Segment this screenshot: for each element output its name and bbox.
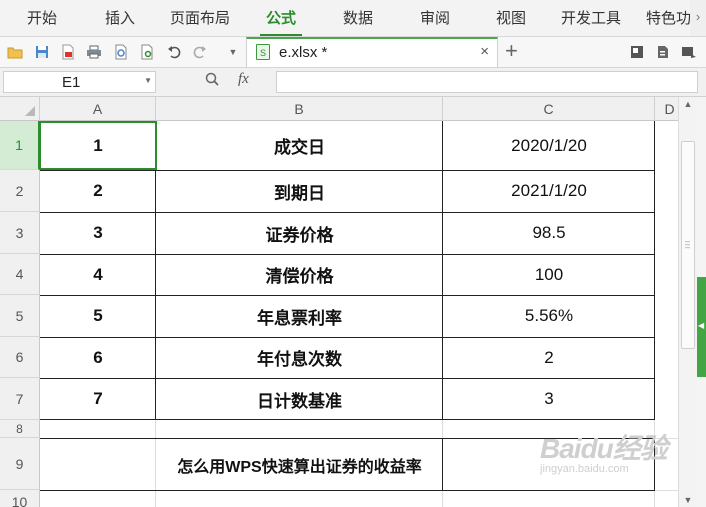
side-panel-strip: ◀ [697,97,706,507]
menu-scroll-right-icon[interactable]: › [690,0,706,36]
row-header-3[interactable]: 3 [0,212,40,254]
cell-c4[interactable]: 100 [443,254,655,295]
side-panel-toggle[interactable]: ◀ [697,277,706,377]
page-preview-icon[interactable] [138,43,156,61]
export-pdf-icon[interactable] [59,43,77,61]
scroll-up-icon[interactable]: ▲ [679,99,697,109]
select-all-corner[interactable] [0,97,40,121]
name-box[interactable]: E1 ▼ [3,71,156,93]
table-border [40,212,655,213]
table-border [40,419,655,420]
cell-b4[interactable]: 清偿价格 [156,254,443,295]
cell-c3[interactable]: 98.5 [443,212,655,254]
table-border [654,121,655,420]
save-icon[interactable] [33,43,51,61]
column-header-a[interactable]: A [40,97,156,121]
scroll-down-icon[interactable]: ▼ [679,495,697,505]
menu-page-layout[interactable]: 页面布局 [170,0,230,36]
vertical-scrollbar[interactable]: ▲ – – – ▼ [678,97,697,507]
row-header-2[interactable]: 2 [0,170,40,212]
chevron-down-icon[interactable]: ▼ [144,76,152,85]
cell-b9[interactable]: 怎么用WPS快速算出证券的收益率 [156,439,443,491]
insert-function-icon[interactable]: fx [238,71,249,88]
cell-b7[interactable]: 日计数基准 [156,378,443,420]
chevron-left-icon: ◀ [698,321,705,330]
quick-access-toolbar: ▼ S e.xlsx * × + [0,37,706,68]
column-header-d[interactable]: D [655,97,678,121]
menu-home[interactable]: 开始 [27,0,57,36]
cell-a6[interactable]: 6 [40,337,156,378]
redo-icon[interactable] [191,43,209,61]
open-folder-icon[interactable] [6,43,24,61]
formula-input[interactable] [276,71,698,93]
undo-icon[interactable] [165,43,183,61]
cell-b1[interactable]: 成交日 [156,121,443,170]
toolbar-dropdown-icon[interactable]: ▼ [224,43,242,61]
menu-data[interactable]: 数据 [343,0,373,36]
cell-a3[interactable]: 3 [40,212,156,254]
row-header-9[interactable]: 9 [0,438,40,490]
print-preview-icon[interactable] [112,43,130,61]
formula-bar: E1 ▼ fx [0,68,706,97]
menu-developer[interactable]: 开发工具 [561,0,621,36]
table-border [40,378,655,379]
row-header-8[interactable]: 8 [0,420,40,438]
row-header-10[interactable]: 10 [0,490,40,507]
active-cell-highlight [39,121,157,170]
row-header-1[interactable]: 1 [0,121,40,170]
table-border [40,254,655,255]
scrollbar-thumb[interactable]: – – – [681,141,695,349]
print-icon[interactable] [85,43,103,61]
menu-view[interactable]: 视图 [496,0,526,36]
table-border [40,295,655,296]
column-header-c[interactable]: C [443,97,655,121]
watermark-main-text: Baidu经验 [540,433,668,464]
table-border [442,121,443,420]
table-border [40,170,655,171]
cell-c7[interactable]: 3 [443,378,655,420]
window-layout-icon[interactable] [628,43,646,61]
cell-a7[interactable]: 7 [40,378,156,420]
cell-b2[interactable]: 到期日 [156,170,443,212]
table-border [40,337,655,338]
cell-c5[interactable]: 5.56% [443,295,655,337]
watermark-logo: Baidu经验 jingyan.baidu.com [540,427,668,475]
menu-review[interactable]: 审阅 [420,0,450,36]
new-tab-icon[interactable]: + [505,39,518,63]
cell-a4[interactable]: 4 [40,254,156,295]
cell-c2[interactable]: 2021/1/20 [443,170,655,212]
menu-special-features[interactable]: 特色功 [646,0,690,36]
cell-b6[interactable]: 年付息次数 [156,337,443,378]
spreadsheet-file-icon: S [256,44,270,60]
zoom-icon[interactable] [205,72,219,89]
row-header-6[interactable]: 6 [0,337,40,378]
cell-c6[interactable]: 2 [443,337,655,378]
document-tab[interactable]: S e.xlsx * × [246,37,498,67]
cell-reference: E1 [62,74,81,91]
row-header-7[interactable]: 7 [0,378,40,420]
document-tab-title: e.xlsx * [279,44,328,61]
cell-b5[interactable]: 年息票利率 [156,295,443,337]
menu-insert[interactable]: 插入 [105,0,135,36]
cell-a2[interactable]: 2 [40,170,156,212]
close-tab-icon[interactable]: × [480,43,489,60]
row-header-5[interactable]: 5 [0,295,40,337]
cell-a5[interactable]: 5 [40,295,156,337]
grip-icon: – – – [685,236,691,252]
row-header-4[interactable]: 4 [0,254,40,295]
menu-formulas[interactable]: 公式 [259,0,303,36]
document-settings-icon[interactable] [654,43,672,61]
cell-c1[interactable]: 2020/1/20 [443,121,655,170]
column-header-b[interactable]: B [156,97,443,121]
cell-b3[interactable]: 证券价格 [156,212,443,254]
share-icon[interactable] [680,43,698,61]
ribbon-menu-bar: 开始 插入 页面布局 公式 数据 审阅 视图 开发工具 特色功 › [0,0,706,37]
